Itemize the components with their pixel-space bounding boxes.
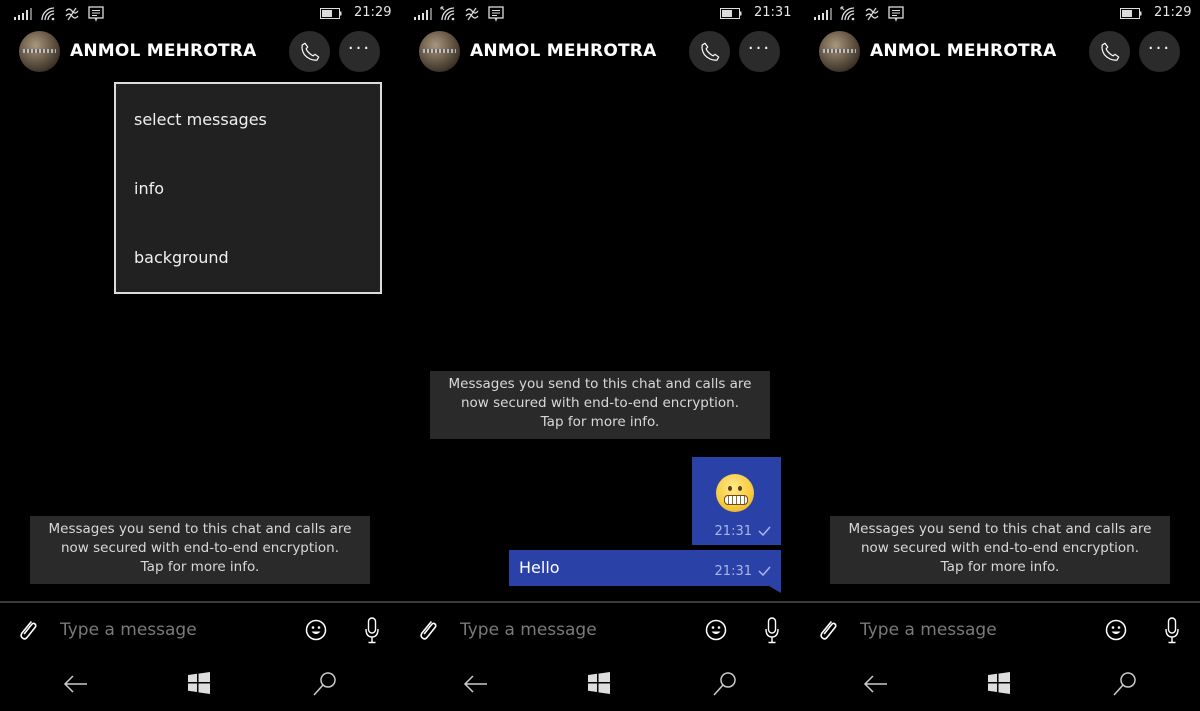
notice-line: now secured with end-to-end encryption. xyxy=(60,540,340,556)
divider xyxy=(0,601,400,603)
message-meta: 21:31 xyxy=(715,564,771,579)
message-notification-icon xyxy=(88,6,104,22)
more-options-button[interactable]: ··· xyxy=(739,31,780,72)
phone-screen-menu-open: 21:29 ANMOL MEHROTRA ··· select messages… xyxy=(0,0,400,711)
more-options-button[interactable]: ··· xyxy=(1139,31,1180,72)
notice-line: Messages you send to this chat and calls… xyxy=(448,376,752,392)
chat-header: ANMOL MEHROTRA ··· xyxy=(400,30,800,74)
chat-header: ANMOL MEHROTRA ··· xyxy=(800,30,1200,74)
phone-screen-empty-chat: 21:29 ANMOL MEHROTRA ··· Messages you se… xyxy=(800,0,1200,711)
notice-line: Tap for more info. xyxy=(540,414,660,430)
phone-icon xyxy=(300,42,319,61)
contact-name[interactable]: ANMOL MEHROTRA xyxy=(470,41,656,61)
search-icon[interactable] xyxy=(713,671,737,697)
message-bubble-text[interactable]: Hello 21:31 xyxy=(509,550,781,586)
status-time: 21:29 xyxy=(1154,5,1192,20)
message-meta: 21:31 xyxy=(715,524,771,539)
menu-item-background[interactable]: background xyxy=(134,248,229,267)
avatar[interactable] xyxy=(19,31,60,72)
back-arrow-icon[interactable] xyxy=(863,674,888,694)
signal-bars-icon xyxy=(814,8,832,20)
status-bar: 21:31 xyxy=(400,0,800,28)
vibrate-icon xyxy=(465,7,479,21)
status-time: 21:31 xyxy=(754,5,792,20)
phone-icon xyxy=(1100,42,1119,61)
menu-item-select-messages[interactable]: select messages xyxy=(134,110,267,129)
divider xyxy=(800,601,1200,603)
message-time: 21:31 xyxy=(714,524,752,539)
notice-line: Tap for more info. xyxy=(140,559,260,575)
more-dots-icon: ··· xyxy=(1147,38,1172,59)
smiley-icon[interactable] xyxy=(305,619,327,641)
contact-name[interactable]: ANMOL MEHROTRA xyxy=(70,41,256,61)
notice-line: Messages you send to this chat and calls… xyxy=(848,521,1152,537)
windows-logo-icon[interactable] xyxy=(988,672,1010,694)
call-button[interactable] xyxy=(1089,31,1130,72)
notice-line: Tap for more info. xyxy=(940,559,1060,575)
menu-item-info[interactable]: info xyxy=(134,179,164,198)
signal-bars-icon xyxy=(414,8,432,20)
back-arrow-icon[interactable] xyxy=(63,674,88,694)
message-input[interactable] xyxy=(60,617,280,643)
windows-logo-icon[interactable] xyxy=(188,672,210,694)
avatar[interactable] xyxy=(419,31,460,72)
message-time: 21:31 xyxy=(714,564,752,579)
wifi-icon xyxy=(440,6,455,21)
status-bar: 21:29 xyxy=(800,0,1200,28)
smiley-icon[interactable] xyxy=(1105,619,1127,641)
phone-screen-conversation: 21:31 ANMOL MEHROTRA ··· Messages you se… xyxy=(400,0,800,711)
avatar[interactable] xyxy=(819,31,860,72)
status-time: 21:29 xyxy=(354,5,392,20)
battery-icon xyxy=(320,8,342,19)
checkmark-icon xyxy=(758,566,771,576)
signal-bars-icon xyxy=(14,8,32,20)
paperclip-icon[interactable] xyxy=(417,618,439,642)
message-notification-icon xyxy=(888,6,904,22)
battery-icon xyxy=(720,8,742,19)
search-icon[interactable] xyxy=(1113,671,1137,697)
microphone-icon[interactable] xyxy=(1164,617,1180,644)
grimacing-face-emoji xyxy=(716,474,754,512)
status-bar: 21:29 xyxy=(0,0,400,28)
message-text: Hello xyxy=(519,558,560,577)
call-button[interactable] xyxy=(289,31,330,72)
more-dots-icon: ··· xyxy=(747,38,772,59)
phone-icon xyxy=(700,42,719,61)
notice-line: now secured with end-to-end encryption. xyxy=(860,540,1140,556)
back-arrow-icon[interactable] xyxy=(463,674,488,694)
wifi-icon xyxy=(840,6,855,21)
battery-icon xyxy=(1120,8,1142,19)
notice-line: Messages you send to this chat and calls… xyxy=(48,521,352,537)
message-input[interactable] xyxy=(460,617,680,643)
divider xyxy=(400,601,800,603)
smiley-icon[interactable] xyxy=(705,619,727,641)
vibrate-icon xyxy=(865,7,879,21)
microphone-icon[interactable] xyxy=(764,617,780,644)
chat-header: ANMOL MEHROTRA ··· xyxy=(0,30,400,74)
checkmark-icon xyxy=(758,526,771,536)
search-icon[interactable] xyxy=(313,671,337,697)
wifi-icon xyxy=(41,7,55,21)
windows-logo-icon[interactable] xyxy=(588,672,610,694)
paperclip-icon[interactable] xyxy=(817,618,839,642)
more-options-button[interactable]: ··· xyxy=(339,31,380,72)
notice-line: now secured with end-to-end encryption. xyxy=(460,395,740,411)
message-notification-icon xyxy=(488,6,504,22)
message-bubble-emoji[interactable]: 21:31 xyxy=(692,457,781,545)
contact-name[interactable]: ANMOL MEHROTRA xyxy=(870,41,1056,61)
context-menu: select messages info background xyxy=(114,82,382,294)
message-input[interactable] xyxy=(860,617,1080,643)
encryption-notice[interactable]: Messages you send to this chat and calls… xyxy=(430,371,770,439)
vibrate-icon xyxy=(65,7,79,21)
microphone-icon[interactable] xyxy=(364,617,380,644)
paperclip-icon[interactable] xyxy=(17,618,39,642)
bubble-tail xyxy=(769,586,781,593)
encryption-notice[interactable]: Messages you send to this chat and calls… xyxy=(830,516,1170,584)
more-dots-icon: ··· xyxy=(347,38,372,59)
encryption-notice[interactable]: Messages you send to this chat and calls… xyxy=(30,516,370,584)
call-button[interactable] xyxy=(689,31,730,72)
